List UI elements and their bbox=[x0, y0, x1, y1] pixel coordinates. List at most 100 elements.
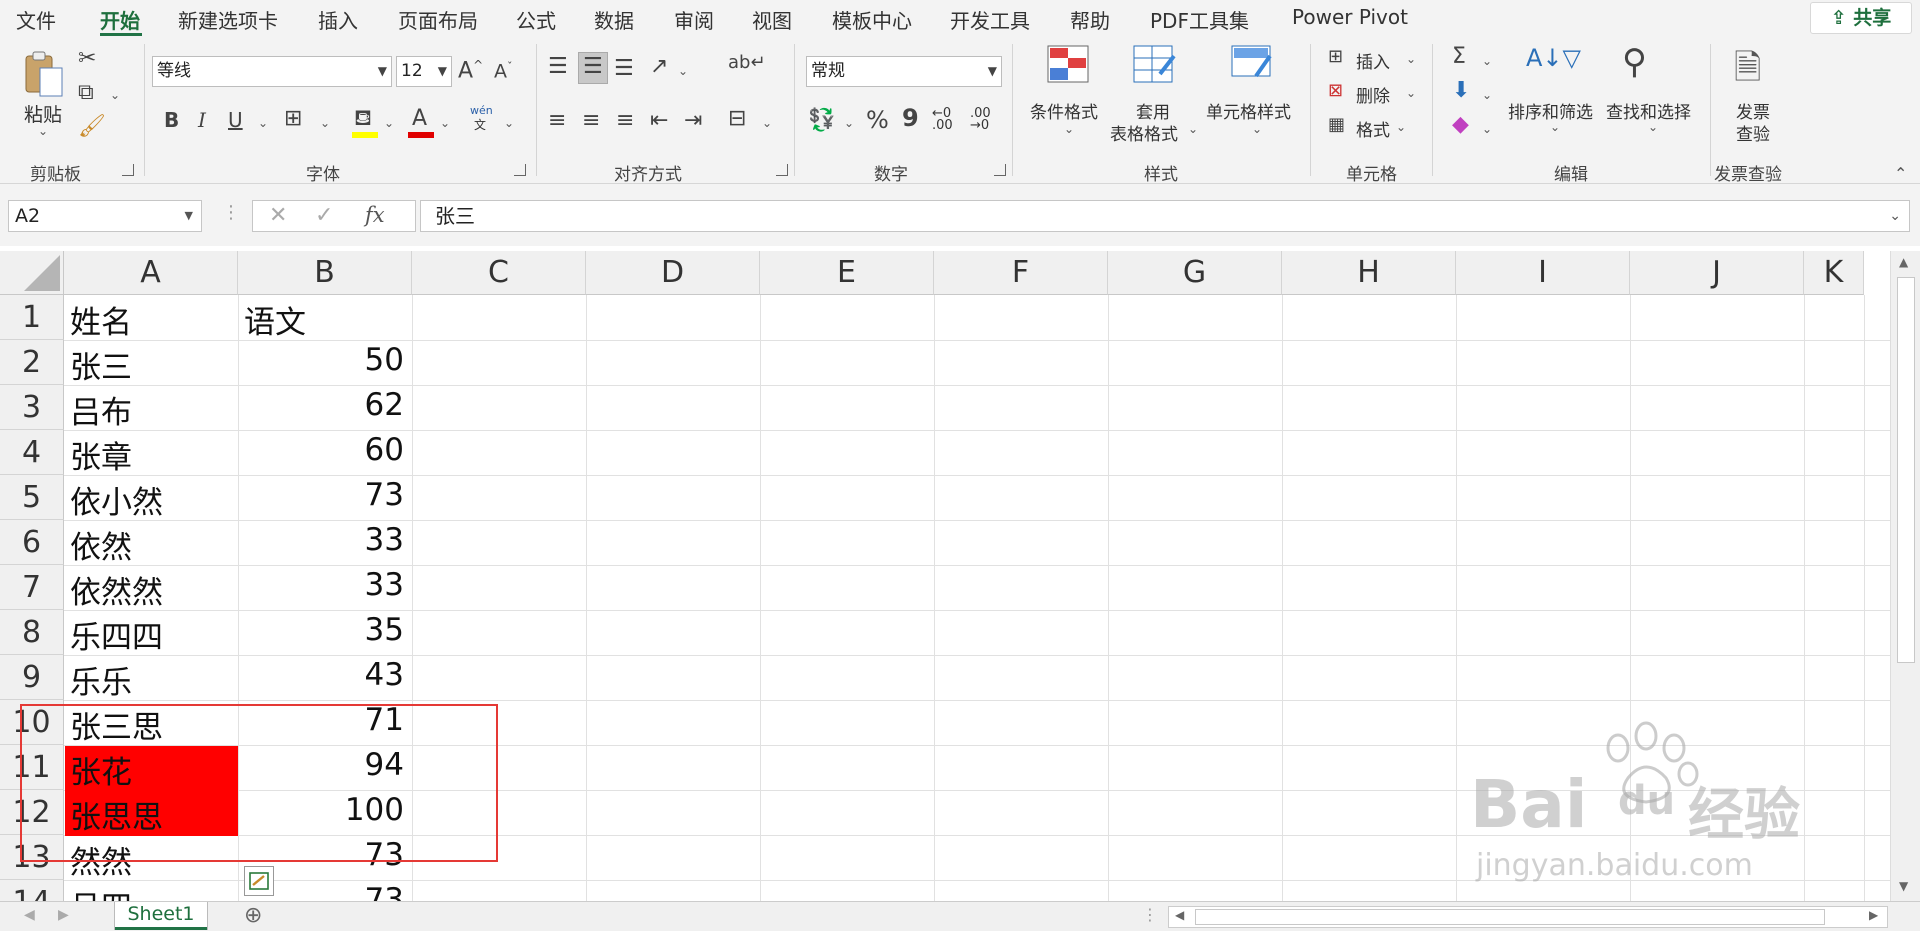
wrap-text-icon[interactable]: ab↵ bbox=[728, 52, 766, 73]
comma-style-button[interactable]: 9 bbox=[902, 104, 919, 132]
delete-cells-label[interactable]: 删除 bbox=[1356, 82, 1390, 107]
cell-score[interactable]: 60 bbox=[238, 432, 404, 468]
cell-score[interactable]: 50 bbox=[238, 342, 404, 378]
font-color-dropdown-icon[interactable]: ⌄ bbox=[440, 116, 450, 130]
accounting-format-icon[interactable]: 💱 bbox=[808, 108, 835, 133]
align-middle-button[interactable]: ☰ bbox=[578, 52, 608, 84]
tab-power-pivot[interactable]: Power Pivot bbox=[1292, 5, 1408, 29]
underline-dropdown-icon[interactable]: ⌄ bbox=[258, 116, 268, 130]
row-header[interactable]: 6 bbox=[0, 520, 64, 565]
row-header[interactable]: 3 bbox=[0, 385, 64, 430]
conditional-format-icon[interactable] bbox=[1046, 44, 1090, 84]
format-table-dropdown-icon[interactable]: ⌄ bbox=[1188, 122, 1198, 136]
copy-icon[interactable]: ⧉ bbox=[78, 80, 94, 105]
format-cells-icon[interactable]: ▦ bbox=[1328, 114, 1345, 135]
increase-font-size-icon[interactable]: A^ bbox=[458, 58, 483, 83]
align-top-icon[interactable]: ☰ bbox=[548, 54, 568, 79]
tab-help[interactable]: 帮助 bbox=[1070, 5, 1110, 34]
scroll-down-icon[interactable]: ▼ bbox=[1899, 879, 1908, 893]
column-header[interactable]: K bbox=[1804, 251, 1864, 295]
tab-page-layout[interactable]: 页面布局 bbox=[398, 5, 478, 34]
column-header[interactable]: H bbox=[1282, 251, 1456, 295]
cell-name[interactable]: 依然然 bbox=[70, 567, 163, 612]
font-launcher-icon[interactable] bbox=[514, 164, 526, 176]
phonetic-dropdown-icon[interactable]: ⌄ bbox=[504, 116, 514, 130]
cell-score[interactable]: 62 bbox=[238, 387, 404, 423]
underline-button[interactable]: U bbox=[228, 108, 243, 132]
alignment-launcher-icon[interactable] bbox=[776, 164, 788, 176]
horizontal-scroll-thumb[interactable] bbox=[1195, 909, 1825, 925]
column-header[interactable]: I bbox=[1456, 251, 1630, 295]
cell-score[interactable]: 35 bbox=[238, 612, 404, 648]
cell-score[interactable]: 33 bbox=[238, 567, 404, 603]
format-painter-icon[interactable]: 🖌 bbox=[78, 114, 106, 139]
fill-color-dropdown-icon[interactable]: ⌄ bbox=[384, 116, 394, 130]
align-right-icon[interactable]: ≡ bbox=[616, 108, 634, 133]
number-format-select[interactable]: 常规 ▼ bbox=[806, 56, 1002, 87]
clear-icon[interactable]: ◆ bbox=[1452, 112, 1469, 137]
align-bottom-icon[interactable]: ☰ bbox=[614, 56, 634, 81]
clear-dropdown-icon[interactable]: ⌄ bbox=[1482, 122, 1492, 136]
column-header[interactable]: F bbox=[934, 251, 1108, 295]
sheet-tab-sheet1[interactable]: Sheet1 bbox=[115, 902, 207, 930]
row-header[interactable]: 1 bbox=[0, 295, 64, 340]
tab-pdf-tools[interactable]: PDF工具集 bbox=[1150, 5, 1249, 34]
borders-dropdown-icon[interactable]: ⌄ bbox=[320, 116, 330, 130]
cell-styles-dropdown-icon[interactable]: ⌄ bbox=[1252, 122, 1262, 136]
decrease-decimal-icon[interactable]: .00 →0 bbox=[970, 107, 991, 132]
fill-color-button[interactable]: ⛾ bbox=[352, 106, 380, 138]
merge-center-icon[interactable]: ⊟ bbox=[728, 106, 746, 131]
format-as-table-icon[interactable] bbox=[1132, 44, 1176, 84]
prev-sheet-icon[interactable]: ◀ bbox=[24, 907, 35, 923]
row-header[interactable]: 9 bbox=[0, 655, 64, 700]
cut-icon[interactable]: ✂ bbox=[78, 46, 96, 71]
cell-styles-icon[interactable] bbox=[1230, 44, 1274, 84]
font-name-select[interactable]: 等线 ▼ bbox=[152, 56, 392, 87]
vertical-scrollbar[interactable]: ▲ ▼ bbox=[1890, 251, 1920, 901]
cell-score[interactable]: 73 bbox=[238, 477, 404, 513]
vertical-scroll-thumb[interactable] bbox=[1897, 277, 1915, 663]
find-icon[interactable]: ⚲ bbox=[1622, 42, 1647, 82]
delete-cells-icon[interactable]: ⊠ bbox=[1328, 80, 1343, 101]
tab-home[interactable]: 开始 bbox=[100, 5, 140, 34]
cell-name[interactable]: 依小然 bbox=[70, 477, 163, 522]
format-cells-label[interactable]: 格式 bbox=[1356, 116, 1390, 141]
insert-function-button[interactable]: fx bbox=[365, 203, 385, 227]
autosum-dropdown-icon[interactable]: ⌄ bbox=[1482, 54, 1492, 68]
decrease-font-size-icon[interactable]: Aˇ bbox=[494, 60, 513, 82]
column-header[interactable]: G bbox=[1108, 251, 1282, 295]
column-header[interactable]: J bbox=[1630, 251, 1804, 295]
column-header[interactable]: E bbox=[760, 251, 934, 295]
collapse-ribbon-icon[interactable]: ⌃ bbox=[1894, 164, 1907, 183]
conditional-dropdown-icon[interactable]: ⌄ bbox=[1064, 122, 1074, 136]
clipboard-launcher-icon[interactable] bbox=[122, 164, 134, 176]
tab-view[interactable]: 视图 bbox=[752, 5, 792, 34]
invoice-check-label-2[interactable]: 查验 bbox=[1736, 120, 1770, 145]
orientation-dropdown-icon[interactable]: ⌄ bbox=[678, 64, 688, 78]
merge-dropdown-icon[interactable]: ⌄ bbox=[762, 116, 772, 130]
font-size-select[interactable]: 12 ▼ bbox=[396, 56, 452, 87]
next-sheet-icon[interactable]: ▶ bbox=[58, 907, 69, 923]
format-as-table-label-2[interactable]: 表格格式 bbox=[1110, 120, 1178, 145]
cell-name[interactable]: 吕布 bbox=[70, 387, 132, 432]
cell-styles-label[interactable]: 单元格样式 bbox=[1206, 98, 1291, 123]
scroll-right-icon[interactable]: ▶ bbox=[1869, 908, 1878, 922]
decrease-indent-icon[interactable]: ⇤ bbox=[650, 108, 668, 133]
copy-dropdown-icon[interactable]: ⌄ bbox=[110, 88, 120, 102]
fill-dropdown-icon[interactable]: ⌄ bbox=[1482, 88, 1492, 102]
add-sheet-icon[interactable]: ⊕ bbox=[244, 903, 262, 928]
tab-insert[interactable]: 插入 bbox=[318, 5, 358, 34]
delete-dropdown-icon[interactable]: ⌄ bbox=[1406, 86, 1416, 100]
bold-button[interactable]: B bbox=[164, 108, 179, 132]
tab-formulas[interactable]: 公式 bbox=[516, 5, 556, 34]
row-header[interactable]: 8 bbox=[0, 610, 64, 655]
cell-name[interactable]: 乐乐 bbox=[70, 657, 132, 702]
conditional-format-label[interactable]: 条件格式 bbox=[1030, 98, 1098, 123]
horizontal-scrollbar[interactable]: ◀ ▶ bbox=[1168, 906, 1888, 928]
row-header[interactable]: 14 bbox=[0, 880, 64, 901]
sort-dropdown-icon[interactable]: ⌄ bbox=[1550, 120, 1560, 134]
row-header[interactable]: 4 bbox=[0, 430, 64, 475]
column-header[interactable]: B bbox=[238, 251, 412, 295]
italic-button[interactable]: I bbox=[198, 108, 206, 132]
cell-name[interactable]: 依然 bbox=[70, 522, 132, 567]
